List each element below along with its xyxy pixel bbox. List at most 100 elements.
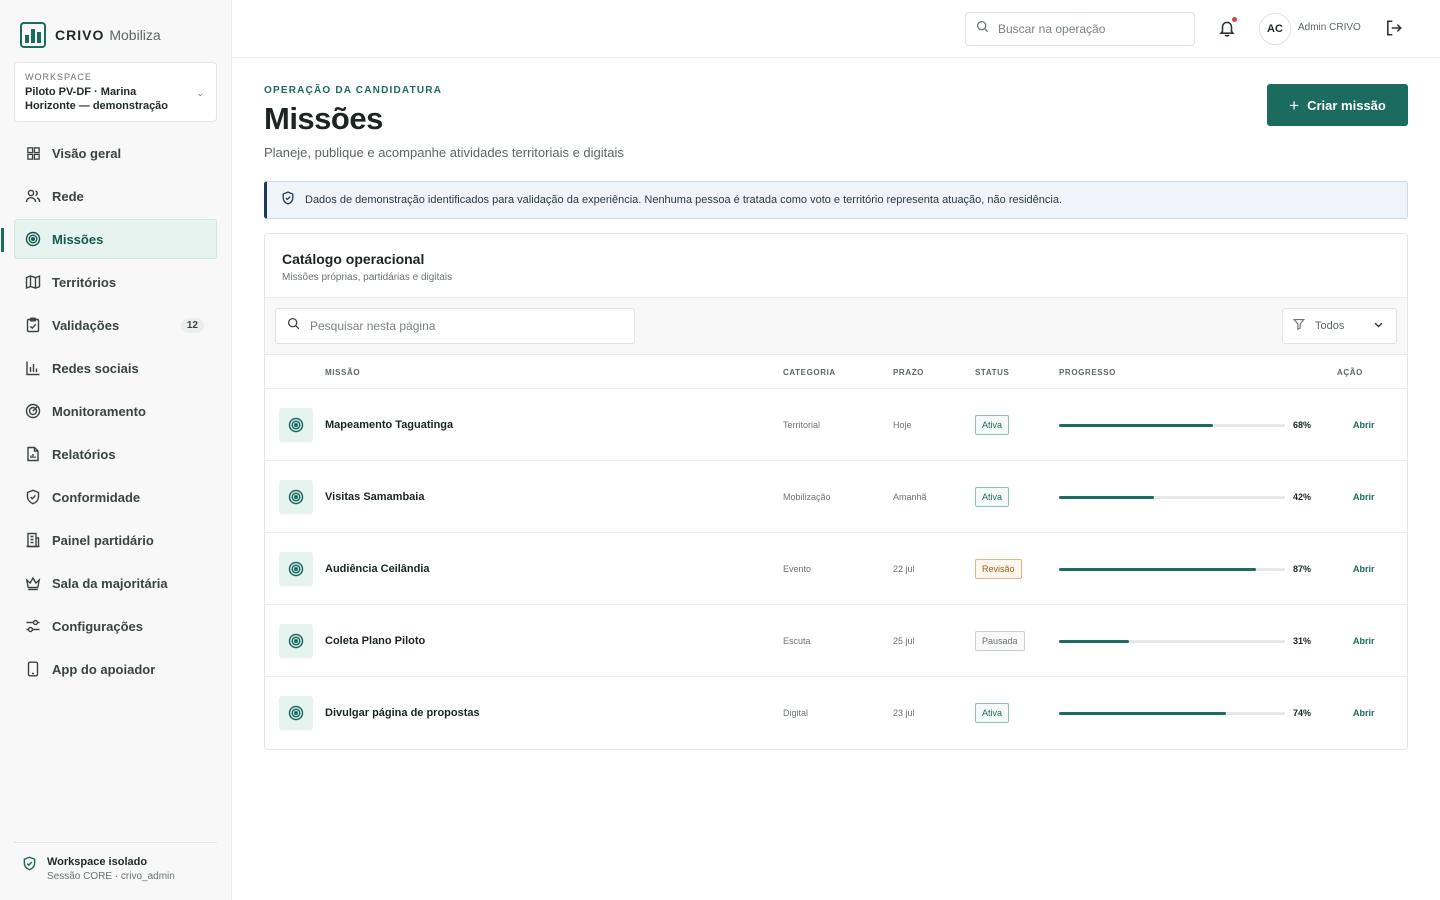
- mission-category: Mobilização: [783, 492, 831, 502]
- bell-icon: [1218, 21, 1236, 41]
- workspace-status-title: Workspace isolado: [47, 856, 148, 868]
- user-name[interactable]: Admin CRIVO: [1298, 22, 1361, 33]
- column-header-action: AÇÃO: [1337, 368, 1363, 377]
- sidebar-item-label: Missões: [52, 231, 104, 247]
- brand[interactable]: CRIVO Mobiliza: [20, 22, 161, 48]
- shield-check-icon: [22, 856, 37, 882]
- sidebar-item-configuracoes[interactable]: Configurações: [14, 606, 217, 646]
- logout-icon: [1385, 20, 1403, 41]
- search-icon: [287, 317, 300, 335]
- target-icon: [279, 696, 313, 730]
- sidebar-item-missoes[interactable]: Missões: [1, 219, 217, 259]
- mission-due: Hoje: [893, 420, 912, 430]
- global-search-input[interactable]: [998, 22, 1168, 36]
- catalog-subtitle: Missões próprias, partidárias e digitais: [282, 272, 453, 283]
- clipboard-check-icon: [25, 317, 41, 333]
- sidebar-item-conformidade[interactable]: Conformidade: [14, 477, 217, 517]
- radar-icon: [25, 403, 41, 419]
- catalog-header: Catálogo operacional Missões próprias, p…: [265, 234, 1407, 298]
- top-bar: AC Admin CRIVO: [232, 0, 1440, 58]
- progress-fill: [1059, 640, 1130, 643]
- progress-bar: [1059, 712, 1285, 715]
- open-mission-link[interactable]: Abrir: [1353, 492, 1375, 502]
- brand-product: Mobiliza: [109, 27, 161, 43]
- sidebar-item-label: App do apoiador: [52, 661, 156, 677]
- sidebar-item-label: Relatórios: [52, 446, 116, 462]
- open-mission-link[interactable]: Abrir: [1353, 564, 1375, 574]
- validations-count-badge: 12: [180, 318, 204, 333]
- sidebar-item-label: Sala da majoritária: [52, 575, 168, 591]
- create-mission-button[interactable]: + Criar missão: [1267, 84, 1408, 126]
- status-badge: Ativa: [975, 487, 1010, 507]
- status-badge: Pausada: [975, 631, 1025, 651]
- filter-value: Todos: [1315, 320, 1345, 332]
- filter-bar: Todos: [265, 298, 1407, 355]
- open-mission-link[interactable]: Abrir: [1353, 708, 1375, 718]
- progress-bar: [1059, 640, 1285, 643]
- column-header-category: CATEGORIA: [783, 368, 836, 377]
- mission-due: Amanhã: [893, 492, 927, 502]
- crivo-logo-icon: [20, 22, 46, 48]
- catalog-title: Catálogo operacional: [282, 251, 425, 267]
- plus-icon: +: [1289, 95, 1300, 115]
- sidebar-item-territorios[interactable]: Territórios: [14, 262, 217, 302]
- workspace-selector[interactable]: WORKSPACE Piloto PV-DF · Marina Horizont…: [14, 62, 217, 122]
- sidebar-item-sala-majoritaria[interactable]: Sala da majoritária: [14, 563, 217, 603]
- report-icon: [25, 446, 41, 462]
- table-row[interactable]: Audiência Ceilândia Evento 22 jul Revisã…: [265, 533, 1407, 605]
- mission-name: Audiência Ceilândia: [325, 563, 430, 575]
- workspace-label: WORKSPACE: [25, 72, 92, 82]
- progress-bar: [1059, 568, 1285, 571]
- mission-due: 25 jul: [893, 636, 915, 646]
- progress-fill: [1059, 568, 1256, 571]
- progress-value: 74%: [1293, 708, 1312, 718]
- sidebar-item-visao-geral[interactable]: Visão geral: [14, 133, 217, 173]
- progress-value: 87%: [1293, 564, 1312, 574]
- table-row[interactable]: Divulgar página de propostas Digital 23 …: [265, 677, 1407, 749]
- table-row[interactable]: Mapeamento Taguatinga Territorial Hoje A…: [265, 389, 1407, 461]
- shield-check-icon: [25, 489, 41, 505]
- open-mission-link[interactable]: Abrir: [1353, 420, 1375, 430]
- target-icon: [279, 624, 313, 658]
- mission-category: Evento: [783, 564, 812, 574]
- progress-bar: [1059, 496, 1285, 499]
- create-mission-label: Criar missão: [1307, 97, 1386, 113]
- column-header-mission: MISSÃO: [325, 368, 361, 377]
- global-search[interactable]: [965, 12, 1195, 46]
- workspace-status: Workspace isolado Sessão CORE · crivo_ad…: [14, 842, 217, 882]
- table-row[interactable]: Coleta Plano Piloto Escuta 25 jul Pausad…: [265, 605, 1407, 677]
- crown-icon: [25, 575, 41, 591]
- page-eyebrow: OPERAÇÃO DA CANDIDATURA: [264, 85, 443, 96]
- filter-icon: [1292, 317, 1306, 335]
- table-row[interactable]: Visitas Samambaia Mobilização Amanhã Ati…: [265, 461, 1407, 533]
- progress-fill: [1059, 712, 1227, 715]
- status-filter-select[interactable]: Todos: [1282, 308, 1397, 344]
- sidebar-item-label: Painel partidário: [52, 532, 154, 548]
- page-search[interactable]: [275, 308, 635, 344]
- status-badge: Ativa: [975, 415, 1010, 435]
- sidebar: CRIVO Mobiliza WORKSPACE Piloto PV-DF · …: [0, 0, 232, 900]
- sidebar-item-monitoramento[interactable]: Monitoramento: [14, 391, 217, 431]
- sidebar-item-label: Configurações: [52, 618, 144, 634]
- sidebar-item-app-apoiador[interactable]: App do apoiador: [14, 649, 217, 689]
- logout-button[interactable]: [1385, 19, 1405, 39]
- sidebar-item-relatorios[interactable]: Relatórios: [14, 434, 217, 474]
- map-icon: [25, 274, 41, 290]
- workspace-name: Piloto PV-DF · Marina Horizonte — demons…: [25, 86, 169, 112]
- sidebar-item-validacoes[interactable]: Validações 12: [14, 305, 217, 345]
- notifications-button[interactable]: [1218, 17, 1238, 41]
- demo-notice-text: Dados de demonstração identificados para…: [305, 194, 1063, 206]
- column-header-due: PRAZO: [893, 368, 924, 377]
- sidebar-nav: Visão geral Rede Missões Territórios Val…: [1, 133, 217, 692]
- sidebar-item-redes-sociais[interactable]: Redes sociais: [14, 348, 217, 388]
- grid-icon: [25, 145, 41, 161]
- page-search-input[interactable]: [310, 319, 610, 333]
- sidebar-item-painel-partidario[interactable]: Painel partidário: [14, 520, 217, 560]
- building-icon: [25, 532, 41, 548]
- avatar[interactable]: AC: [1259, 13, 1291, 45]
- progress-value: 31%: [1293, 636, 1312, 646]
- page-title: Missões: [264, 101, 383, 136]
- open-mission-link[interactable]: Abrir: [1353, 636, 1375, 646]
- sidebar-item-rede[interactable]: Rede: [14, 176, 217, 216]
- catalog-card: Catálogo operacional Missões próprias, p…: [264, 233, 1408, 750]
